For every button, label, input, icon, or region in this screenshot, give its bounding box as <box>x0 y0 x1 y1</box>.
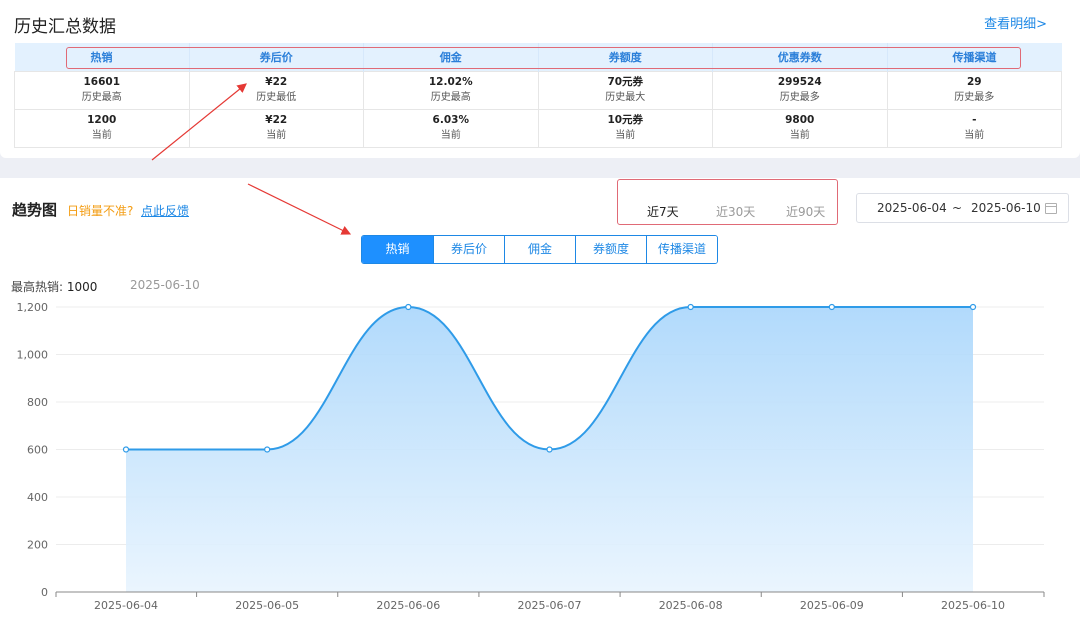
arrow-to-tabs <box>247 183 352 235</box>
annotation-arrows <box>151 83 352 235</box>
arrow-to-header <box>151 83 247 161</box>
